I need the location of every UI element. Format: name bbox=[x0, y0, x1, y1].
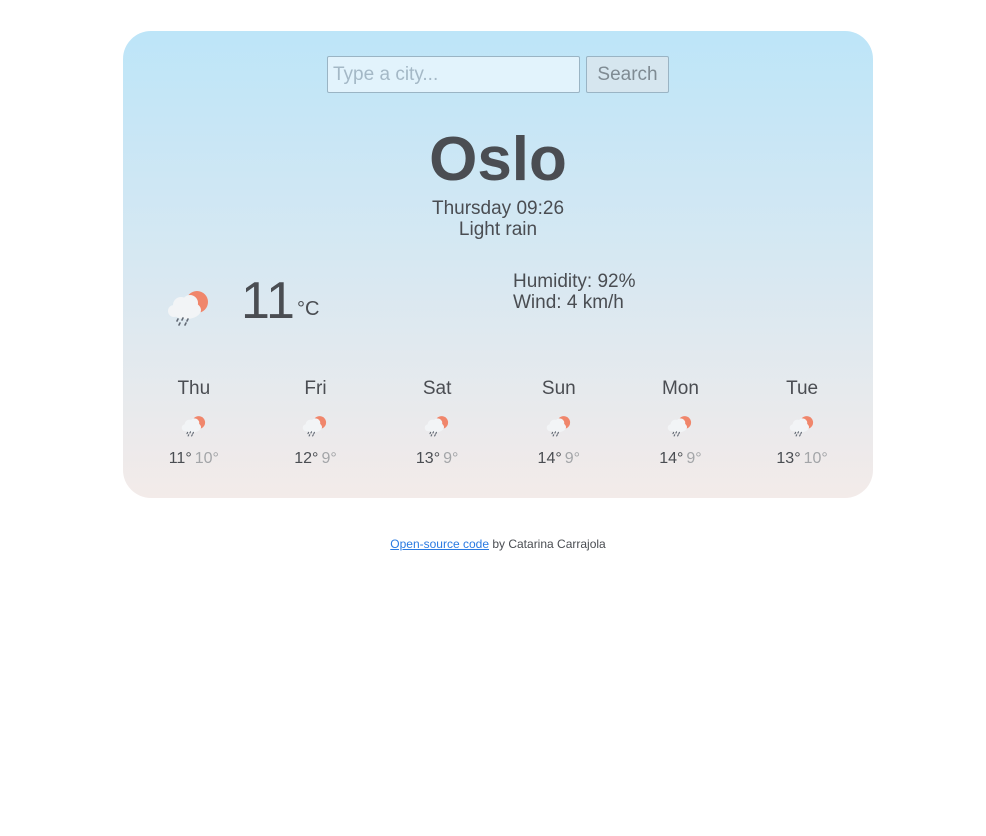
forecast-day: Thu 11° 10° bbox=[133, 378, 255, 468]
rain-cloud-sun-icon bbox=[133, 412, 255, 442]
forecast-day-name: Fri bbox=[304, 378, 327, 399]
forecast-low: 10° bbox=[194, 450, 219, 467]
forecast-day-name: Thu bbox=[177, 378, 211, 399]
humidity: Humidity: 92% bbox=[513, 271, 636, 292]
forecast-day-name: Sun bbox=[541, 378, 576, 399]
forecast-high: 11° bbox=[168, 450, 192, 467]
forecast-day-name: Mon bbox=[661, 378, 699, 399]
rain-cloud-sun-icon bbox=[498, 412, 620, 442]
wind: Wind: 4 km/h bbox=[513, 292, 624, 313]
forecast-day: Sat 13° 9° bbox=[376, 378, 498, 468]
temperature-unit: °C bbox=[297, 298, 320, 320]
forecast-high: 13° bbox=[415, 450, 441, 467]
forecast-temps: 13° 10° bbox=[741, 450, 863, 468]
forecast-day: Fri 12° 9° bbox=[255, 378, 377, 468]
forecast-high: 14° bbox=[537, 450, 562, 467]
rain-cloud-sun-icon bbox=[620, 412, 742, 442]
forecast-low: 9° bbox=[686, 450, 702, 467]
source-code-link[interactable]: Open-source code bbox=[390, 537, 489, 551]
rain-cloud-sun-icon bbox=[376, 412, 498, 442]
forecast-day: Tue 13° 10° bbox=[741, 378, 863, 468]
weather-details: Humidity: 92% Wind: 4 km/h bbox=[513, 271, 636, 313]
forecast-low: 9° bbox=[321, 450, 337, 467]
forecast-day-name: Sat bbox=[422, 378, 452, 399]
current-temperature: 11 bbox=[241, 272, 295, 330]
forecast: Thu 11° 10° Fri 12° 9° Sat 13° 9° Sun 14… bbox=[133, 378, 863, 468]
rain-cloud-sun-icon bbox=[255, 412, 377, 442]
forecast-day: Mon 14° 9° bbox=[620, 378, 742, 468]
forecast-temps: 13° 9° bbox=[376, 450, 498, 468]
footer-author: by Catarina Carrajola bbox=[489, 537, 606, 551]
city-name: Oslo bbox=[429, 125, 567, 194]
forecast-low: 9° bbox=[564, 450, 581, 467]
forecast-high: 12° bbox=[294, 450, 319, 467]
forecast-day: Sun 14° 9° bbox=[498, 378, 620, 468]
forecast-high: 13° bbox=[776, 450, 801, 467]
rain-cloud-sun-icon bbox=[741, 412, 863, 442]
search-input[interactable] bbox=[327, 56, 580, 93]
forecast-temps: 14° 9° bbox=[498, 450, 620, 468]
forecast-temps: 11° 10° bbox=[133, 450, 255, 468]
forecast-temps: 12° 9° bbox=[255, 450, 377, 468]
weather-condition: Light rain bbox=[458, 219, 538, 240]
footer: Open-source code by Catarina Carrajola bbox=[0, 537, 986, 551]
forecast-low: 10° bbox=[803, 450, 828, 467]
forecast-high: 14° bbox=[659, 450, 684, 467]
forecast-day-name: Tue bbox=[786, 378, 819, 399]
weather-card: Search Oslo Thursday 09:26 Light rain 11… bbox=[123, 31, 873, 498]
current-datetime: Thursday 09:26 bbox=[431, 198, 565, 219]
rain-cloud-sun-icon bbox=[165, 288, 213, 333]
search-button[interactable]: Search bbox=[586, 56, 669, 93]
search-form: Search bbox=[327, 56, 669, 93]
forecast-temps: 14° 9° bbox=[620, 450, 742, 468]
forecast-low: 9° bbox=[443, 450, 459, 467]
